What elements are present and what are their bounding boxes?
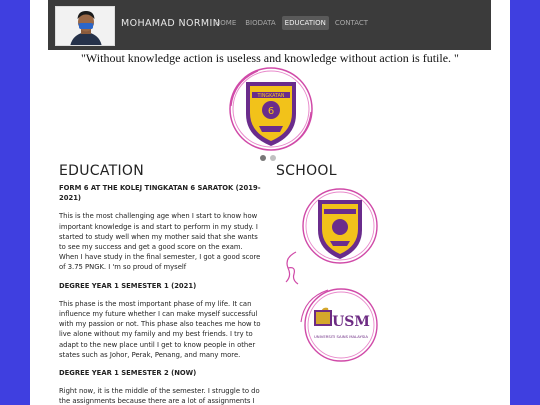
- carousel-dot-2[interactable]: [270, 155, 276, 161]
- kolej-logo-image: [302, 188, 378, 264]
- usm-logo-image: USM UNIVERSITI SAINS MALAYSIA: [300, 288, 378, 362]
- navbar: MOHAMAD NORMIN HOME BIODATA EDUCATION CO…: [48, 0, 491, 50]
- nav-education[interactable]: EDUCATION: [281, 16, 329, 30]
- entry-heading: DEGREE YEAR 1 SEMESTER 2 (NOW): [59, 369, 197, 378]
- quote-text: "Without knowledge action is useless and…: [81, 51, 459, 65]
- carousel-dot-1[interactable]: [260, 155, 266, 161]
- entry-body: This is the most challenging age when I …: [59, 212, 261, 272]
- image-carousel[interactable]: TINGKATAN 6: [228, 66, 314, 152]
- crest-number: 6: [268, 106, 274, 117]
- profile-avatar: [55, 6, 115, 46]
- main-nav: HOME BIODATA EDUCATION CONTACT: [212, 16, 371, 30]
- school-heading: SCHOOL: [276, 163, 337, 179]
- crest-label: TINGKATAN: [256, 93, 284, 99]
- entry-heading: DEGREE YEAR 1 SEMESTER 1 (2021): [59, 281, 197, 290]
- page-container: MOHAMAD NORMIN HOME BIODATA EDUCATION CO…: [30, 0, 510, 405]
- education-content: FORM 6 AT THE KOLEJ TINGKATAN 6 SARATOK …: [59, 183, 263, 405]
- education-heading: EDUCATION: [59, 163, 145, 179]
- entry-body: This phase is the most important phase o…: [59, 299, 261, 359]
- usm-logo-text: USM: [332, 314, 370, 330]
- nav-contact[interactable]: CONTACT: [332, 16, 371, 30]
- carousel-indicators: [260, 155, 276, 161]
- nav-home[interactable]: HOME: [212, 16, 239, 30]
- nav-biodata[interactable]: BIODATA: [242, 16, 278, 30]
- usm-logo-caption: UNIVERSITI SAINS MALAYSIA: [314, 334, 368, 339]
- entry-body: Right now, it is the middle of the semes…: [59, 387, 260, 405]
- brand-name[interactable]: MOHAMAD NORMIN: [121, 18, 220, 29]
- entry-heading: FORM 6 AT THE KOLEJ TINGKATAN 6 SARATOK …: [59, 184, 261, 203]
- kolej-crest-image: TINGKATAN 6: [229, 67, 313, 151]
- decorative-swirl: [285, 251, 299, 285]
